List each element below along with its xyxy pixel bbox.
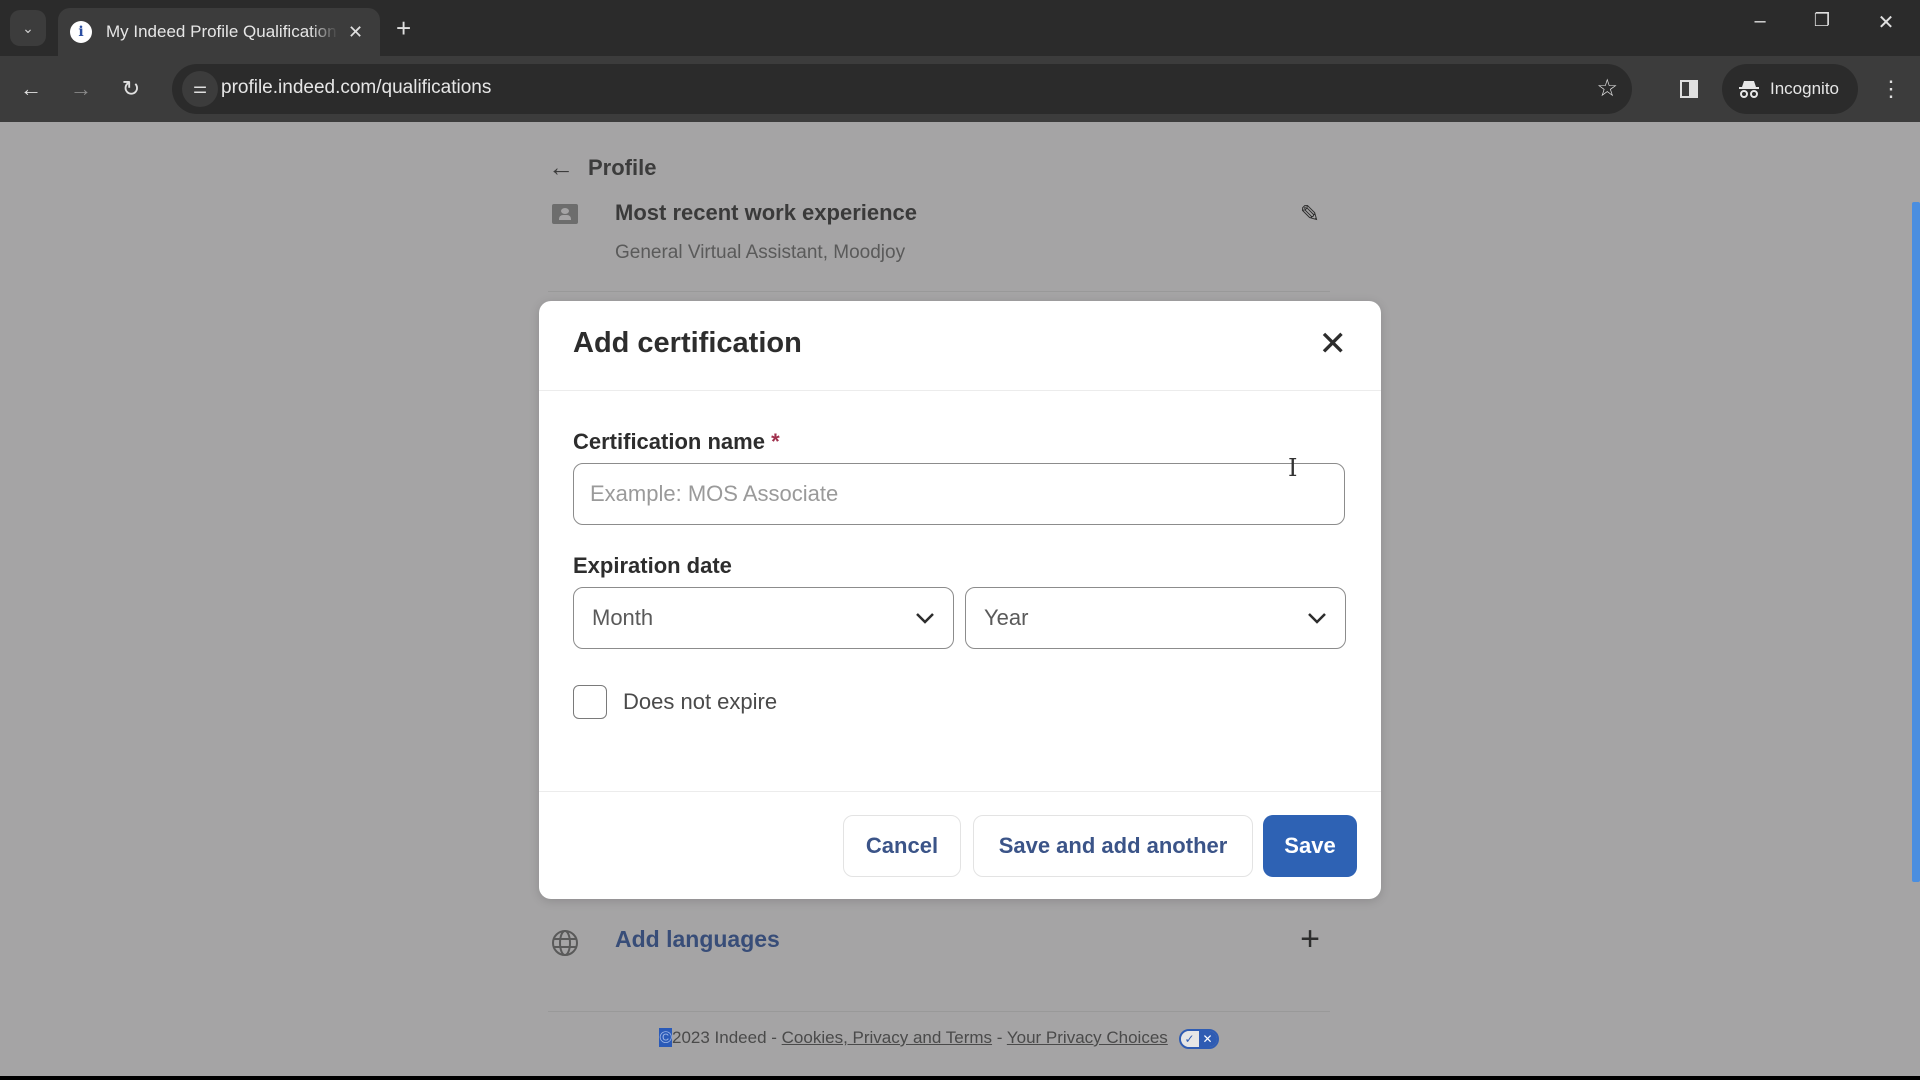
copyright-symbol: © [659,1028,672,1047]
footer-separator: - [992,1028,1007,1047]
tab-strip: ⌄ i My Indeed Profile Qualifications ✕ +… [0,0,1920,56]
new-tab-button[interactable]: + [396,12,411,44]
dialog-header: Add certification ✕ [539,301,1381,391]
minimize-button[interactable]: – [1740,10,1780,33]
active-tab[interactable]: i My Indeed Profile Qualifications ✕ [58,8,380,56]
privacy-choices-icon[interactable]: ✓ ✕ [1178,1028,1219,1049]
chevron-down-icon [916,613,934,624]
page-footer: ©2023 Indeed - Cookies, Privacy and Term… [548,1028,1330,1049]
page-scrollbar[interactable] [1912,202,1920,882]
check-icon: ✓ [1180,1030,1199,1047]
save-button[interactable]: Save [1263,815,1357,877]
required-marker: * [771,429,780,454]
browser-toolbar: ← → ↻ ⚌ profile.indeed.com/qualification… [0,56,1920,122]
forward-arrow-icon[interactable]: → [64,72,98,106]
restore-button[interactable]: ❐ [1802,10,1842,31]
cookies-privacy-terms-link[interactable]: Cookies, Privacy and Terms [782,1028,992,1047]
back-link-label: Profile [588,154,657,180]
chevron-down-icon: ⌄ [22,19,34,36]
indeed-favicon-icon: i [70,21,92,43]
certification-name-input[interactable] [573,463,1345,525]
does-not-expire-option[interactable]: Does not expire [573,685,777,719]
chevron-down-icon [1308,613,1326,624]
incognito-icon [1739,81,1759,98]
site-settings-icon[interactable]: ⚌ [182,71,218,107]
dialog-footer: Cancel Save and add another Save [539,791,1381,899]
x-icon: ✕ [1198,1030,1217,1047]
add-languages-label[interactable]: Add languages [615,926,780,953]
back-arrow-icon: ← [548,152,574,182]
address-bar[interactable]: ⚌ profile.indeed.com/qualifications ☆ [172,64,1632,114]
plus-icon[interactable]: + [1300,920,1320,959]
work-experience-subtitle: General Virtual Assistant, Moodjoy [615,242,906,263]
browser-window: ⌄ i My Indeed Profile Qualifications ✕ +… [0,0,1920,1076]
pencil-icon[interactable]: ✎ [1300,200,1320,229]
month-select[interactable]: Month [573,587,954,649]
privacy-choices-link[interactable]: Your Privacy Choices [1007,1028,1168,1047]
more-menu-icon[interactable]: ⋮ [1874,72,1908,106]
does-not-expire-label[interactable]: Does not expire [623,689,777,715]
work-experience-title: Most recent work experience [615,200,918,225]
does-not-expire-checkbox[interactable] [573,685,607,719]
incognito-badge[interactable]: Incognito [1722,64,1858,114]
certification-name-label-text: Certification name [573,429,765,454]
reload-icon[interactable]: ↻ [114,72,148,106]
bookmark-star-icon[interactable]: ☆ [1596,74,1618,103]
page-backdrop: ← Profile Most recent work experience Ge… [0,122,1920,1076]
add-languages-row[interactable]: Add languages + [548,912,1330,1012]
incognito-label: Incognito [1770,79,1839,98]
tab-search-button[interactable]: ⌄ [10,10,46,46]
tab-title: My Indeed Profile Qualifications [106,22,338,41]
globe-icon [550,928,580,963]
id-card-icon [552,204,578,224]
close-icon[interactable]: ✕ [1319,327,1348,361]
work-experience-row: Most recent work experience General Virt… [548,192,1330,292]
tab-close-icon[interactable]: ✕ [348,22,363,43]
back-to-profile-link[interactable]: ← Profile [548,152,656,183]
url-text[interactable]: profile.indeed.com/qualifications [221,77,491,99]
side-panel-icon[interactable] [1672,72,1706,106]
window-close-button[interactable]: ✕ [1866,10,1906,35]
text-cursor-icon: I [1288,454,1298,482]
save-and-add-another-button[interactable]: Save and add another [973,815,1253,877]
add-certification-dialog: Add certification ✕ Certification name *… [539,301,1381,899]
year-select-value: Year [984,605,1029,630]
back-arrow-icon[interactable]: ← [14,72,48,106]
year-select[interactable]: Year [965,587,1346,649]
expiration-date-label: Expiration date [573,553,732,578]
month-select-value: Month [592,605,654,630]
cancel-button[interactable]: Cancel [843,815,961,877]
dialog-title: Add certification [573,327,802,359]
copyright-text: 2023 Indeed - [672,1028,782,1047]
certification-name-label: Certification name * [573,429,780,455]
